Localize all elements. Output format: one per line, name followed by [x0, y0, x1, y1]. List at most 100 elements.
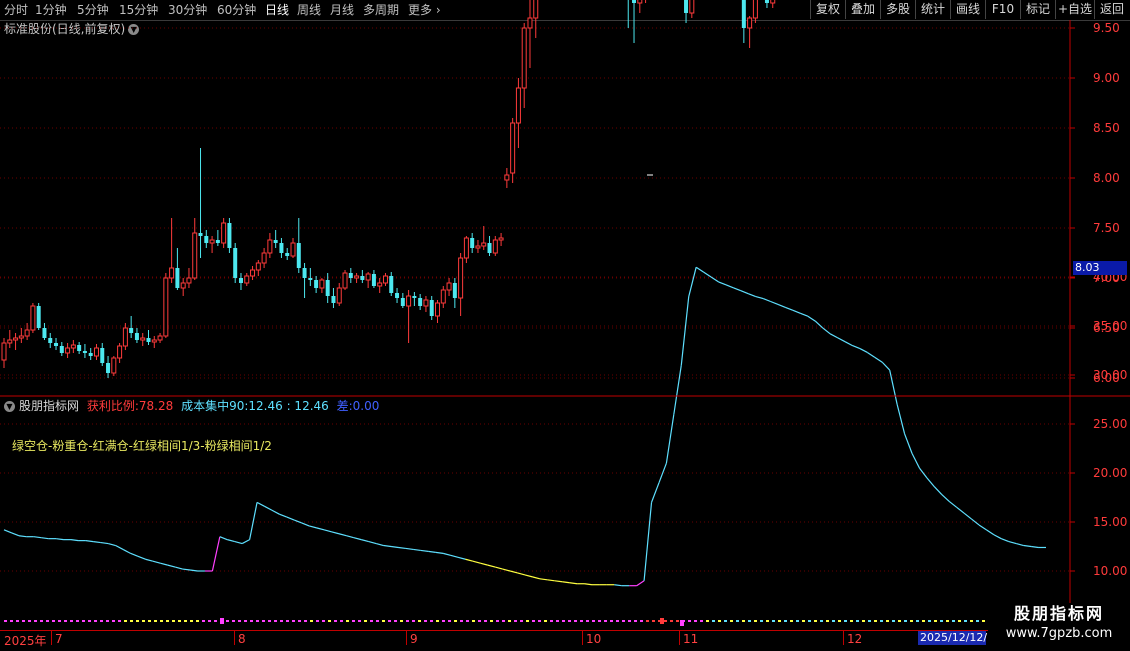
position-status-mark [472, 620, 475, 622]
candle-body [13, 337, 19, 341]
profit-ratio-line-segment [978, 524, 987, 531]
position-status-mark [10, 620, 13, 622]
period-tab-15min[interactable]: 15分钟 [119, 2, 158, 18]
profit-ratio-line-segment [933, 486, 943, 495]
period-tab-1min[interactable]: 1分钟 [35, 2, 67, 18]
position-status-mark [580, 620, 583, 622]
tool-button-add-favorite[interactable]: +自选 [1055, 0, 1094, 19]
dropdown-circle-icon[interactable]: ▼ [128, 24, 140, 35]
position-status-mark [100, 620, 103, 622]
position-status-mark [298, 620, 301, 622]
candle-body [412, 296, 417, 298]
position-status-mark [712, 620, 715, 622]
position-status-mark [232, 620, 235, 622]
position-status-mark [436, 620, 439, 622]
tool-button-multistock[interactable]: 多股 [880, 0, 915, 19]
profit-ratio-line-segment [680, 296, 690, 366]
position-status-mark [556, 620, 559, 622]
position-status-mark [532, 620, 535, 622]
tool-button-f10[interactable]: F10 [985, 0, 1020, 19]
period-tab-more[interactable]: 更多 › [408, 2, 441, 18]
candle-body [93, 347, 99, 357]
position-status-mark [304, 620, 307, 622]
indicator-name[interactable]: 股朋指标网 [19, 399, 79, 413]
position-status-mark [634, 620, 637, 622]
candle-body [481, 242, 487, 247]
candle-body [382, 275, 388, 284]
position-status-mark [142, 620, 145, 622]
position-status-mark [904, 620, 907, 622]
tool-button-stats[interactable]: 统计 [915, 0, 950, 19]
tool-button-draw[interactable]: 画线 [950, 0, 985, 19]
position-status-mark [778, 620, 781, 622]
chevron-right-icon: › [435, 3, 441, 17]
profit-ratio-line-segment [636, 580, 645, 587]
position-status-mark [586, 620, 589, 622]
position-status-mark [616, 620, 619, 622]
tool-button-overlay[interactable]: 叠加 [845, 0, 880, 19]
period-tab-5min[interactable]: 5分钟 [77, 2, 109, 18]
candle-body [395, 293, 400, 298]
position-status-mark [448, 620, 451, 622]
profit-ratio-line-segment [844, 341, 853, 347]
period-tab-daily[interactable]: 日线 [265, 2, 289, 18]
position-status-mark [886, 620, 889, 622]
tool-button-back[interactable]: 返回 [1094, 0, 1129, 19]
position-status-mark [106, 620, 109, 622]
position-status-mark [574, 620, 577, 622]
profit-ratio-line-segment [85, 540, 94, 543]
profit-ratio-line-segment [963, 512, 972, 520]
tool-button-mark[interactable]: 标记 [1020, 0, 1055, 19]
profit-ratio-line-segment [495, 566, 503, 570]
candle-body [151, 339, 157, 343]
position-status-mark [76, 620, 79, 622]
position-status-mark [742, 620, 745, 622]
period-tab-60min[interactable]: 60分钟 [217, 2, 256, 18]
candle-body [30, 305, 36, 331]
profit-ratio-line-segment [301, 522, 310, 527]
profit-ratio-line-segment [532, 576, 541, 580]
dropdown-circle-icon[interactable]: ▼ [4, 401, 15, 412]
profit-ratio-line-segment [956, 506, 965, 514]
period-tab-30min[interactable]: 30分钟 [168, 2, 207, 18]
profit-ratio-line-segment [658, 462, 667, 484]
position-status-mark [802, 620, 805, 622]
position-status-mark [238, 620, 241, 622]
candle-body [475, 245, 481, 249]
position-status-mark [70, 620, 73, 622]
main-chart-title: 标准股份(日线,前复权) [4, 22, 126, 36]
position-status-mark [172, 620, 175, 622]
profit-ratio-line-segment [859, 348, 868, 353]
profit-ratio-line-segment [718, 281, 727, 286]
period-tab-monthly[interactable]: 月线 [330, 2, 354, 18]
position-status-mark [664, 620, 667, 622]
indicator-header: ▼ 股朋指标网 获利比例:78.28 成本集中90:12.46 : 12.46 差… [4, 398, 383, 414]
position-status-mark [208, 620, 211, 622]
tool-button-adjust[interactable]: 复权 [810, 0, 845, 19]
profit-ratio-line-segment [814, 320, 824, 329]
profit-ratio-line-segment [368, 541, 377, 545]
profit-ratio-line-segment [867, 351, 876, 358]
period-tab-weekly[interactable]: 周线 [297, 2, 321, 18]
candle-body [371, 274, 376, 286]
position-status-mark [910, 620, 913, 622]
profit-ratio-line-segment [1001, 538, 1010, 543]
profit-ratio-line-segment [650, 482, 660, 503]
period-tab-multi[interactable]: 多周期 [363, 2, 399, 18]
profit-ratio-line-segment [279, 513, 288, 518]
profit-ratio-line-segment [502, 568, 511, 572]
position-status-mark [388, 620, 391, 622]
profit-ratio-line-segment [249, 502, 258, 540]
candle-body [331, 296, 336, 303]
profit-ratio-line-segment [926, 477, 935, 488]
profit-ratio-line-segment [3, 529, 12, 534]
period-tab-timeshare[interactable]: 分时 [4, 2, 28, 18]
position-status-mark [424, 620, 427, 622]
candle-body [498, 237, 504, 241]
profit-ratio-line-segment [509, 570, 518, 574]
position-status-mark [538, 620, 541, 622]
date-label-oct: 10 [586, 632, 602, 646]
profit-ratio-line-segment [1016, 542, 1024, 547]
candle-body [186, 277, 192, 284]
candle-body [336, 287, 342, 304]
